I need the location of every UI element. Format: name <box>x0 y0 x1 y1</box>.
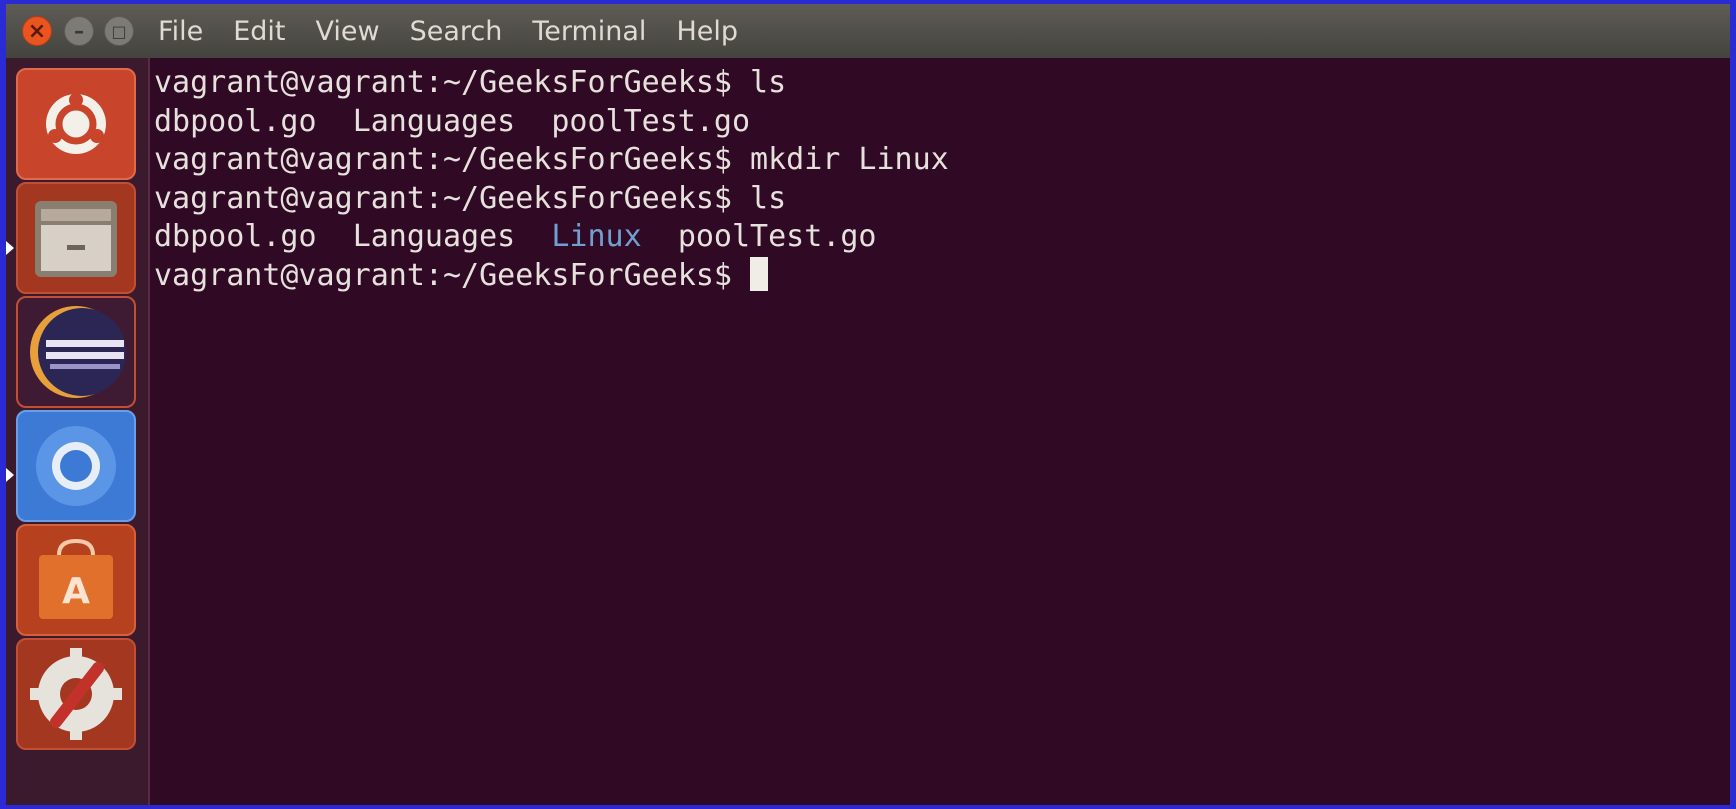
system-settings-icon <box>30 648 122 740</box>
command: mkdir Linux <box>750 142 949 178</box>
file-name: poolTest.go <box>551 103 751 139</box>
launcher-item-chromium[interactable] <box>16 410 136 522</box>
file-name: dbpool.go <box>154 103 317 139</box>
command: ls <box>750 180 787 216</box>
svg-text:A: A <box>62 571 90 612</box>
terminal-line: vagrant@vagrant:~/GeeksForGeeks$ mkdir L… <box>154 141 1730 180</box>
minimize-button[interactable]: – <box>64 16 94 46</box>
prompt: vagrant@vagrant:~/GeeksForGeeks$ <box>154 142 732 178</box>
terminal-line: dbpool.go Languages Linux poolTest.go <box>154 218 1730 257</box>
terminal-output[interactable]: vagrant@vagrant:~/GeeksForGeeks$ ls dbpo… <box>150 58 1730 805</box>
dash-icon <box>46 93 106 154</box>
eclipse-icon <box>30 306 126 398</box>
software-center-icon: A <box>39 538 113 619</box>
terminal-line: vagrant@vagrant:~/GeeksForGeeks$ ls <box>154 180 1730 219</box>
prompt: vagrant@vagrant:~/GeeksForGeeks$ <box>154 65 732 100</box>
close-button[interactable]: × <box>22 16 52 46</box>
menu-terminal[interactable]: Terminal <box>532 16 646 47</box>
terminal-line: vagrant@vagrant:~/GeeksForGeeks$ <box>154 256 1730 296</box>
prompt: vagrant@vagrant:~/GeeksForGeeks$ <box>154 257 732 293</box>
chromium-icon <box>36 426 116 506</box>
command: ls <box>750 65 787 100</box>
directory-name: Linux <box>551 219 642 255</box>
launcher-item-dash[interactable] <box>16 68 136 180</box>
file-name: Languages <box>352 219 516 255</box>
launcher-item-system-settings[interactable] <box>16 638 136 750</box>
running-indicator <box>6 468 14 482</box>
terminal-line: dbpool.go Languages poolTest.go <box>154 103 1730 142</box>
prompt: vagrant@vagrant:~/GeeksForGeeks$ <box>154 180 732 216</box>
launcher: A <box>6 58 150 805</box>
file-name: dbpool.go <box>154 219 317 255</box>
close-icon: × <box>27 18 47 44</box>
minimize-icon: – <box>74 19 84 43</box>
file-name: poolTest.go <box>677 219 877 255</box>
terminal-line: vagrant@vagrant:~/GeeksForGeeks$ ls <box>154 64 1730 103</box>
maximize-button[interactable]: □ <box>104 16 134 46</box>
launcher-item-eclipse[interactable] <box>16 296 136 408</box>
menu-view[interactable]: View <box>315 16 379 47</box>
files-icon <box>35 201 117 277</box>
text-cursor <box>750 256 769 291</box>
running-indicator <box>6 241 14 255</box>
menu-bar: × – □ File Edit View Search Terminal Hel… <box>6 4 1730 58</box>
launcher-item-software-center[interactable]: A <box>16 524 136 636</box>
menu-edit[interactable]: Edit <box>233 16 285 47</box>
launcher-item-files[interactable] <box>16 182 136 294</box>
terminal-window: × – □ File Edit View Search Terminal Hel… <box>6 4 1730 805</box>
menu-search[interactable]: Search <box>410 16 503 47</box>
menu-items: File Edit View Search Terminal Help <box>158 4 768 58</box>
file-name: Languages <box>352 103 516 139</box>
menu-file[interactable]: File <box>158 16 203 47</box>
maximize-icon: □ <box>111 21 127 41</box>
menu-help[interactable]: Help <box>676 16 738 47</box>
